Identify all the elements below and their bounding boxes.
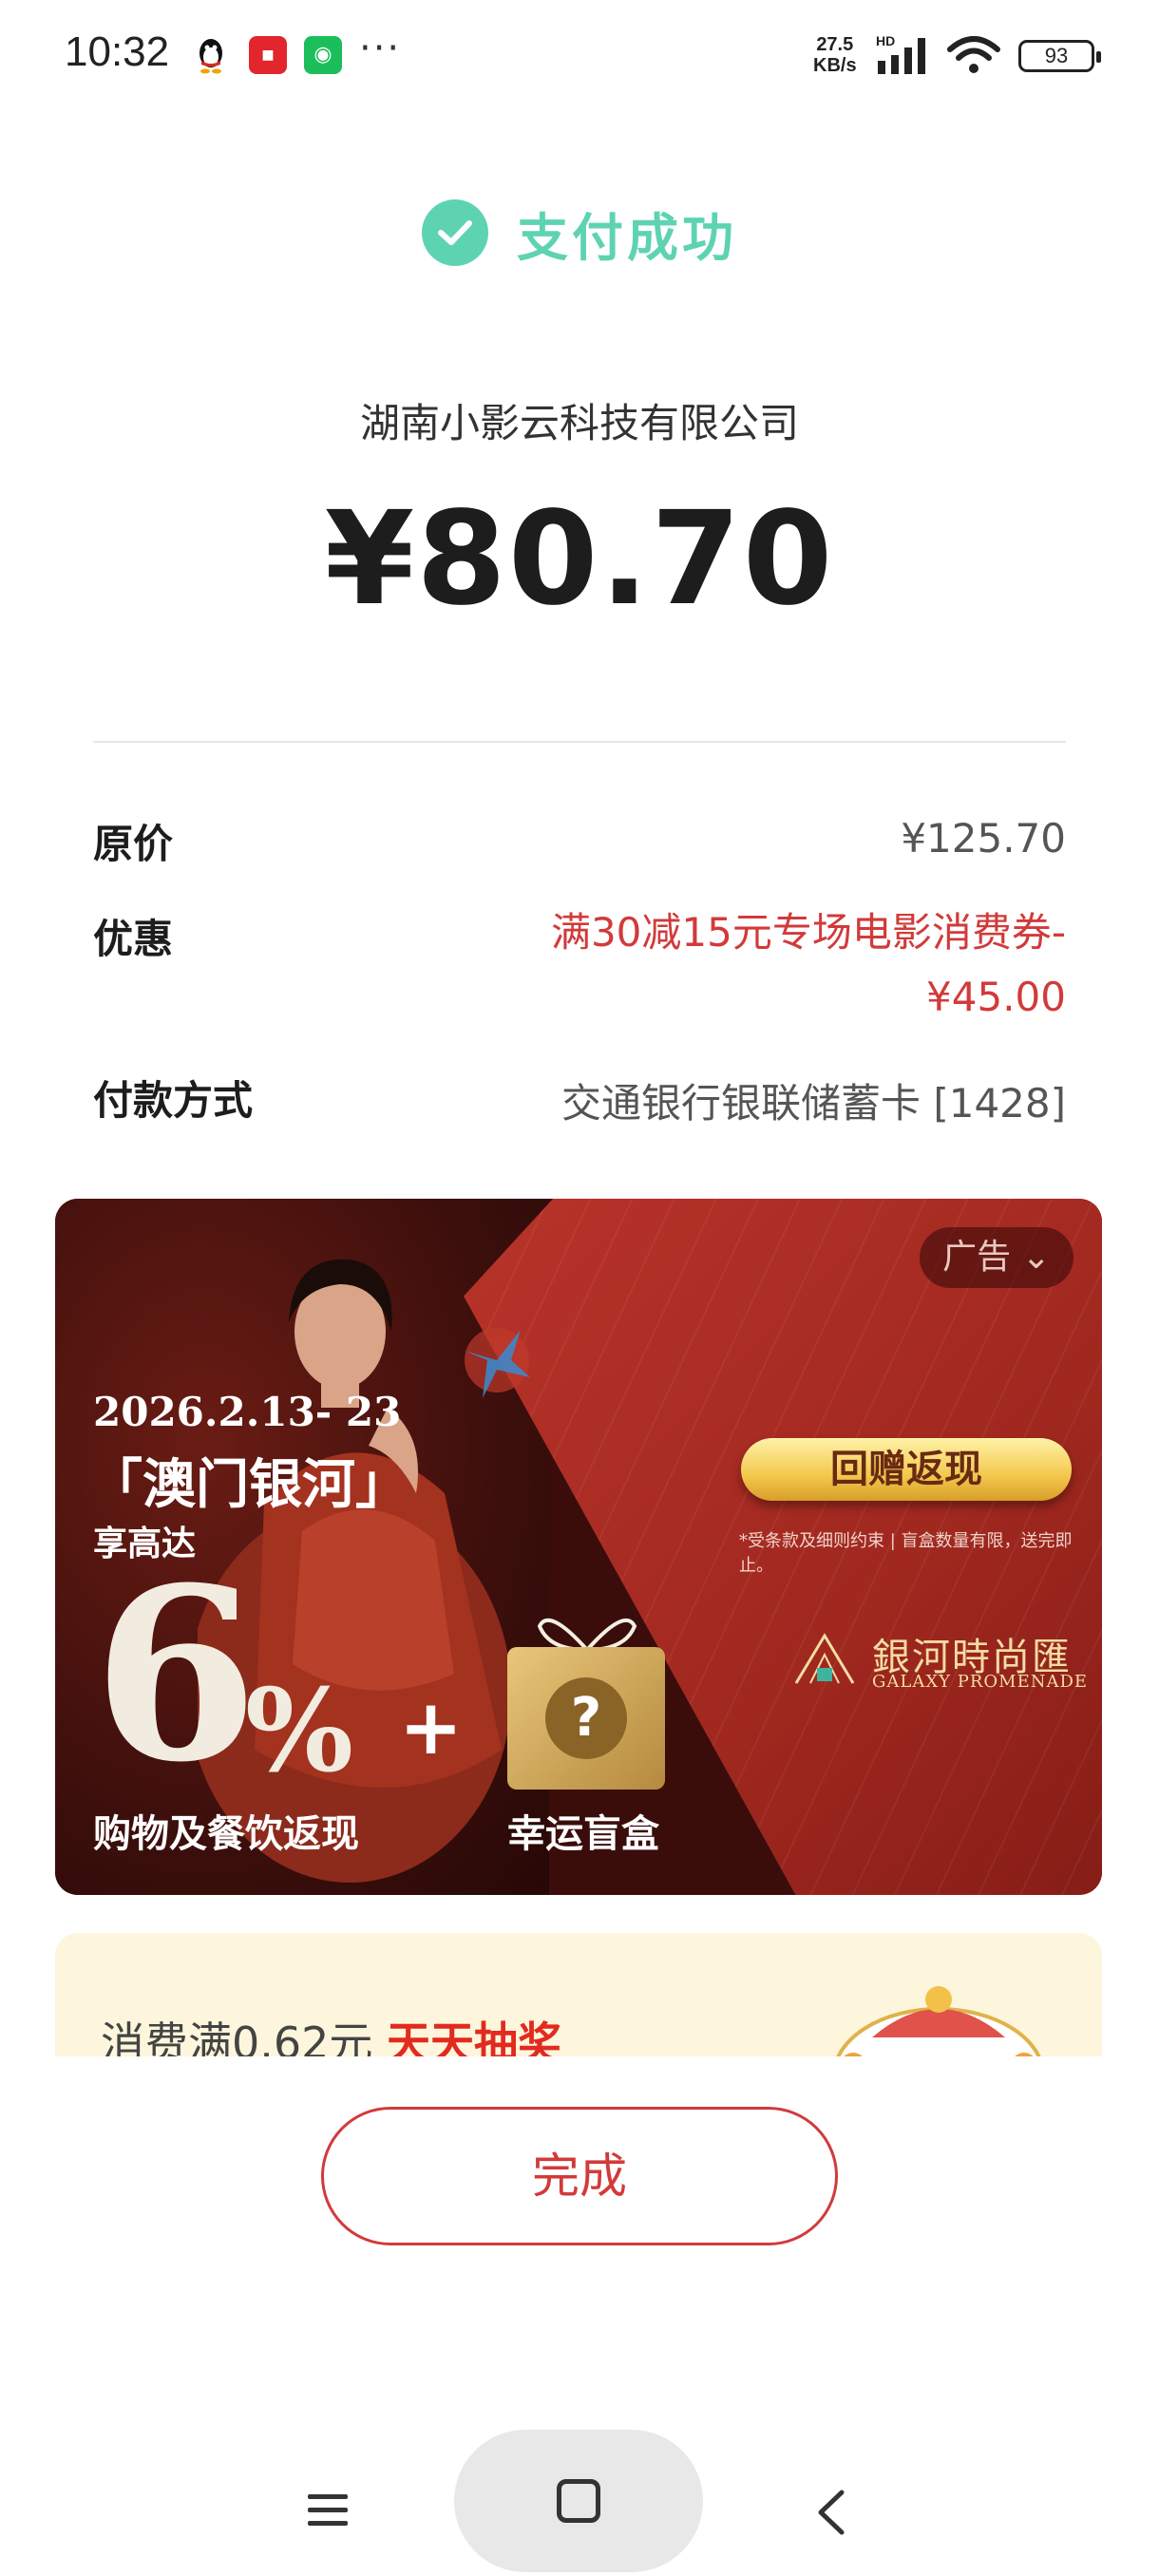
galaxy-logo-icon: [794, 1633, 855, 1684]
speed-unit: KB/s: [813, 55, 857, 76]
payment-method-value: 交通银行银联储蓄卡 [1428]: [560, 1080, 1066, 1127]
discount-line-1: 满30减15元专场电影消费券-: [550, 909, 1066, 956]
discount-value: 满30减15元专场电影消费券- ¥45.00: [551, 900, 1066, 1030]
ad-big-number: 6: [93, 1535, 258, 1814]
wechat-icon: ◉: [304, 36, 342, 74]
home-button[interactable]: [454, 2430, 703, 2572]
gift-bow-icon: [537, 1618, 637, 1653]
network-type: HD: [876, 33, 895, 48]
content-fade: [0, 2056, 1159, 2075]
payment-success-header: 支付成功: [0, 190, 1159, 275]
paid-amount: ¥80.70: [324, 484, 835, 635]
app-red-icon: ■: [249, 36, 287, 74]
network-speed: 27.5 KB/s: [813, 34, 857, 76]
check-circle-icon: [422, 199, 488, 266]
divider: [93, 741, 1066, 743]
payment-method-label: 付款方式: [93, 1077, 254, 1124]
qq-icon: [200, 39, 222, 74]
original-price-value: ¥125.70: [901, 815, 1066, 862]
ad-plus: +: [399, 1683, 464, 1771]
battery-indicator: 93: [1018, 40, 1101, 72]
ad-title: 「澳门银河」: [89, 1453, 408, 1516]
ad-date: 2026.2.13- 23: [93, 1389, 402, 1435]
chevron-down-icon: ⌄: [1021, 1238, 1051, 1277]
speed-value: 27.5: [816, 34, 854, 55]
done-button[interactable]: 完成: [321, 2107, 838, 2245]
menu-icon[interactable]: [306, 2489, 350, 2532]
signal-icon: HD: [876, 33, 925, 74]
mystery-box-icon: ?: [507, 1647, 665, 1790]
payment-status: 支付成功: [517, 207, 737, 268]
merchant-name: 湖南小影云科技有限公司: [359, 400, 799, 446]
system-nav-bar: [0, 2413, 1159, 2576]
lottery-highlight: 天天抽奖: [387, 2017, 562, 2056]
ad-tag-label: 广告: [942, 1238, 1012, 1277]
back-icon[interactable]: [809, 2489, 853, 2536]
wifi-icon: [947, 36, 1000, 73]
original-price-label: 原价: [93, 821, 174, 867]
ad-cashback-pill: 回赠返现: [741, 1438, 1072, 1501]
ad-banner[interactable]: 广告 ⌄ 2026.2.13- 23 「澳门银河」 享高达 6 % 购物及餐饮返…: [55, 1199, 1102, 1895]
ad-disclaimer: *受条款及细则约束 | 盲盒数量有限，送完即止。: [739, 1531, 1073, 1576]
status-bar: 10:32 ■ ◉ ··· 27.5 KB/s HD 93: [0, 0, 1159, 114]
lottery-prefix: 消费满0.62元: [101, 2017, 373, 2056]
ad-percent: %: [245, 1664, 354, 1798]
more-notifications-icon: ···: [359, 27, 402, 70]
lottery-text: 消费满0.62元 天天抽奖: [101, 2009, 561, 2056]
ad-lucky-box-text: 幸运盲盒: [507, 1811, 659, 1856]
mascot-icon: [836, 1986, 1041, 2056]
ad-brand-english: GALAXY PROMENADE: [872, 1672, 1089, 1692]
lottery-card[interactable]: 消费满0.62元 天天抽奖: [55, 1933, 1102, 2056]
ad-tag-button[interactable]: 广告 ⌄: [920, 1227, 1074, 1288]
ad-cashback-text: 购物及餐饮返现: [93, 1811, 359, 1856]
home-square-icon: [557, 2479, 600, 2523]
discount-line-2: ¥45.00: [926, 974, 1066, 1020]
status-time: 10:32: [65, 28, 170, 75]
discount-label: 优惠: [93, 916, 174, 962]
question-mark-icon: ?: [545, 1677, 627, 1759]
